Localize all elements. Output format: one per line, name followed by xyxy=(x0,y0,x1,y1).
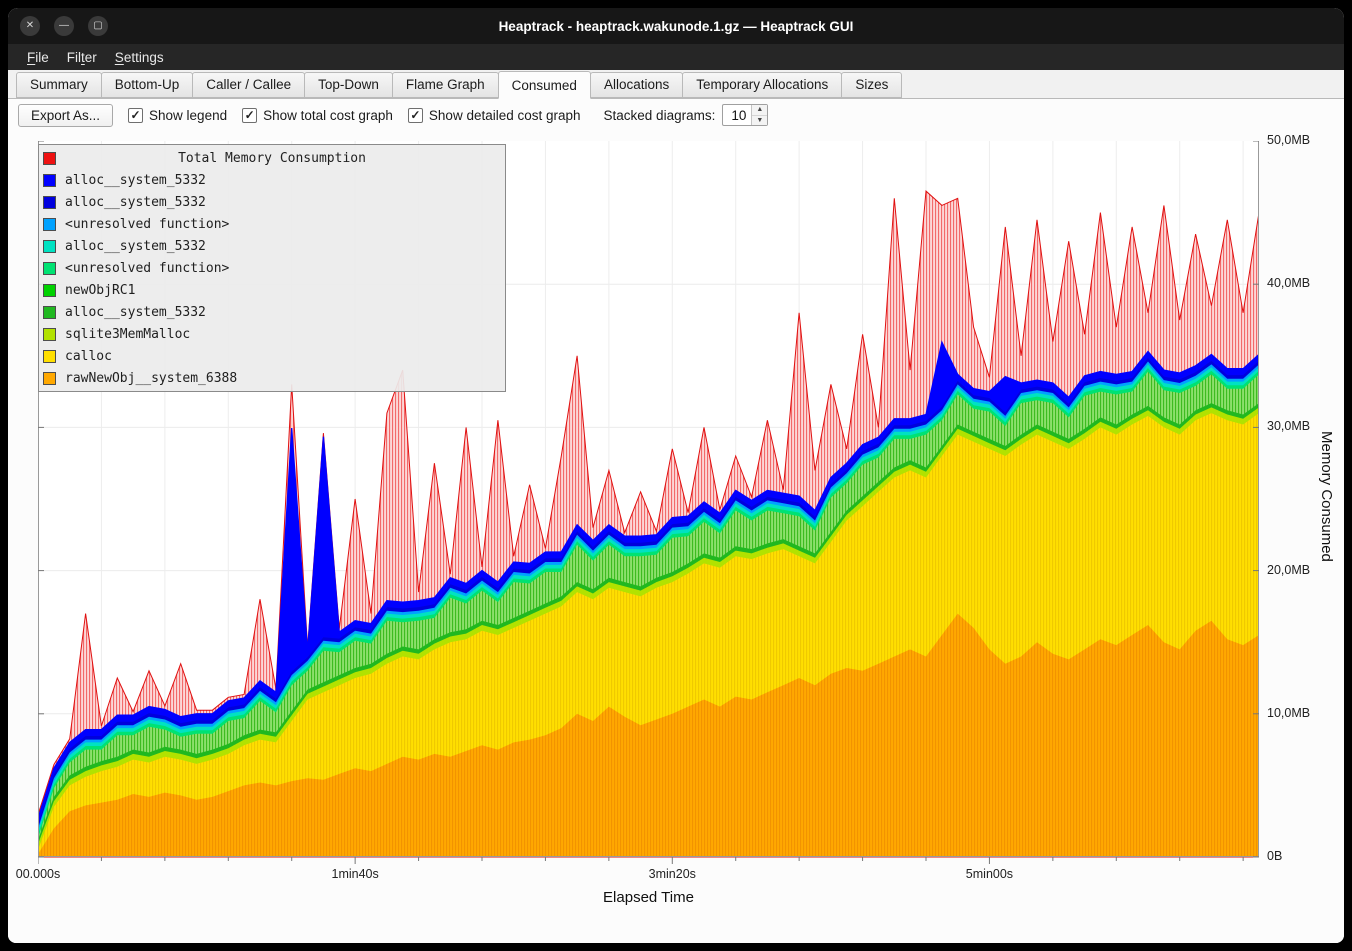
menubar: FileFilterSettings xyxy=(8,44,1344,70)
menu-file[interactable]: File xyxy=(18,47,58,68)
desktop-background: ✕ — ▢ Heaptrack - heaptrack.wakunode.1.gz … xyxy=(0,0,1352,951)
legend-title-row: Total Memory Consumption xyxy=(39,147,505,169)
legend-item-label: alloc__system_5332 xyxy=(65,305,206,320)
legend-item-label: alloc__system_5332 xyxy=(65,239,206,254)
legend-item-label: alloc__system_5332 xyxy=(65,195,206,210)
tab-consumed[interactable]: Consumed xyxy=(498,71,591,99)
legend-item-alloc-system-5332: alloc__system_5332 xyxy=(39,235,505,257)
y-tick-20-0mb: 20,0MB xyxy=(1267,563,1310,577)
legend-swatch xyxy=(43,218,56,231)
checkbox-show-total-cost-graph[interactable]: ✓ Show total cost graph xyxy=(242,108,393,123)
legend-item-label: <unresolved function> xyxy=(65,261,229,276)
legend-swatch xyxy=(43,350,56,363)
stacked-diagrams-value: 10 xyxy=(723,105,751,125)
legend-item-unresolved-function: <unresolved function> xyxy=(39,257,505,279)
checkbox-show-legend[interactable]: ✓ Show legend xyxy=(128,108,227,123)
tab-flame-graph[interactable]: Flame Graph xyxy=(392,72,499,98)
legend-swatch xyxy=(43,372,56,385)
legend-item-alloc-system-5332: alloc__system_5332 xyxy=(39,301,505,323)
legend-item-newobjrc1: newObjRC1 xyxy=(39,279,505,301)
spin-down-button[interactable]: ▼ xyxy=(752,116,767,126)
x-axis-title: Elapsed Time xyxy=(38,889,1259,906)
y-tick-50-0mb: 50,0MB xyxy=(1267,133,1310,147)
legend-item-label: sqlite3MemMalloc xyxy=(65,327,190,342)
legend-item-label: rawNewObj__system_6388 xyxy=(65,371,237,386)
y-axis-title: Memory Consumed xyxy=(1318,431,1335,562)
legend-title: Total Memory Consumption xyxy=(39,151,505,166)
legend-item-calloc: calloc xyxy=(39,345,505,367)
export-as-button[interactable]: Export As... xyxy=(18,104,113,127)
x-tick-1min40s: 1min40s xyxy=(310,867,400,881)
maximize-button[interactable]: ▢ xyxy=(88,16,108,36)
y-tick-40-0mb: 40,0MB xyxy=(1267,276,1310,290)
titlebar[interactable]: ✕ — ▢ Heaptrack - heaptrack.wakunode.1.gz … xyxy=(8,8,1344,44)
legend-item-alloc-system-5332: alloc__system_5332 xyxy=(39,169,505,191)
y-tick-0b: 0B xyxy=(1267,849,1282,863)
tab-allocations[interactable]: Allocations xyxy=(590,72,683,98)
y-tick-30-0mb: 30,0MB xyxy=(1267,419,1310,433)
x-tick-00-000s: 00.000s xyxy=(8,867,83,881)
checkbox-label: Show detailed cost graph xyxy=(429,108,581,123)
y-tick-10-0mb: 10,0MB xyxy=(1267,706,1310,720)
window-controls: ✕ — ▢ xyxy=(20,8,122,44)
spin-arrows: ▲ ▼ xyxy=(751,105,767,125)
minimize-button[interactable]: — xyxy=(54,16,74,36)
legend-swatch xyxy=(43,262,56,275)
consumed-chart-area: Total Memory Consumption alloc__system_53… xyxy=(8,131,1344,943)
tab-top-down[interactable]: Top-Down xyxy=(304,72,393,98)
stacked-diagrams-spinbox[interactable]: 10 ▲ ▼ xyxy=(722,104,768,126)
legend-swatch xyxy=(43,284,56,297)
legend-swatch xyxy=(43,174,56,187)
window-title: Heaptrack - heaptrack.wakunode.1.gz — He… xyxy=(8,19,1344,34)
checkbox-show-detailed-cost-graph[interactable]: ✓ Show detailed cost graph xyxy=(408,108,581,123)
legend-item-unresolved-function: <unresolved function> xyxy=(39,213,505,235)
legend-swatch xyxy=(43,328,56,341)
legend-item-sqlite3memmalloc: sqlite3MemMalloc xyxy=(39,323,505,345)
menu-settings[interactable]: Settings xyxy=(106,47,173,68)
legend-swatch xyxy=(43,306,56,319)
chart-legend: Total Memory Consumption alloc__system_53… xyxy=(38,144,506,392)
checkbox-group: ✓ Show legend ✓ Show total cost graph ✓ Show … xyxy=(128,108,581,123)
close-button[interactable]: ✕ xyxy=(20,16,40,36)
tab-caller-callee[interactable]: Caller / Callee xyxy=(192,72,305,98)
checkbox-label: Show total cost graph xyxy=(263,108,393,123)
legend-item-label: calloc xyxy=(65,349,112,364)
tab-bar: SummaryBottom-UpCaller / CalleeTop-DownF… xyxy=(8,70,1344,99)
checkbox-indicator: ✓ xyxy=(242,108,257,123)
menu-filter[interactable]: Filter xyxy=(58,47,106,68)
tab-summary[interactable]: Summary xyxy=(16,72,102,98)
toolbar: Export As... ✓ Show legend ✓ Show total cos… xyxy=(8,99,1344,131)
x-tick-3min20s: 3min20s xyxy=(627,867,717,881)
tab-sizes[interactable]: Sizes xyxy=(841,72,902,98)
tab-bottom-up[interactable]: Bottom-Up xyxy=(101,72,194,98)
checkbox-indicator: ✓ xyxy=(408,108,423,123)
legend-swatch xyxy=(43,240,56,253)
x-tick-5min00s: 5min00s xyxy=(944,867,1034,881)
legend-item-rawnewobj-system-6388: rawNewObj__system_6388 xyxy=(39,367,505,389)
heaptrack-window: ✕ — ▢ Heaptrack - heaptrack.wakunode.1.gz … xyxy=(8,8,1344,943)
legend-item-label: alloc__system_5332 xyxy=(65,173,206,188)
tab-temporary-allocations[interactable]: Temporary Allocations xyxy=(682,72,842,98)
checkbox-label: Show legend xyxy=(149,108,227,123)
legend-item-label: <unresolved function> xyxy=(65,217,229,232)
legend-item-label: newObjRC1 xyxy=(65,283,135,298)
legend-swatch xyxy=(43,196,56,209)
checkbox-indicator: ✓ xyxy=(128,108,143,123)
legend-item-alloc-system-5332: alloc__system_5332 xyxy=(39,191,505,213)
stacked-diagrams-label: Stacked diagrams: xyxy=(604,108,716,123)
spin-up-button[interactable]: ▲ xyxy=(752,105,767,116)
legend-swatch xyxy=(43,152,56,165)
